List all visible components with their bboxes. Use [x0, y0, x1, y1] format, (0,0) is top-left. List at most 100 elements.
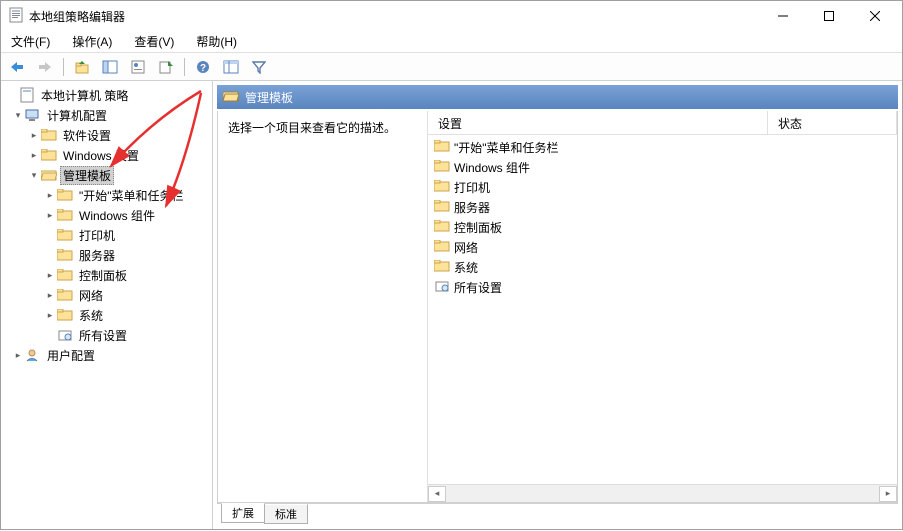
chevron-right-icon[interactable]: ▸: [43, 288, 57, 302]
tree-start-taskbar[interactable]: ▸ "开始"菜单和任务栏: [3, 185, 210, 205]
list-headers: 设置 状态: [428, 111, 897, 135]
back-button[interactable]: [5, 56, 29, 78]
help-button[interactable]: ?: [191, 56, 215, 78]
tree-windows-settings[interactable]: ▸ Windows 设置: [3, 145, 210, 165]
details-button[interactable]: [219, 56, 243, 78]
folder-icon: [57, 207, 73, 223]
list-item-label: 系统: [454, 259, 478, 276]
title-bar: 本地组策略编辑器: [1, 1, 902, 31]
tab-extended[interactable]: 扩展: [221, 503, 265, 523]
col-header-status[interactable]: 状态: [768, 111, 897, 134]
toolbar: ?: [1, 53, 902, 81]
tree-item-label: 打印机: [76, 226, 118, 245]
tree-item-label: 控制面板: [76, 266, 130, 285]
tab-standard[interactable]: 标准: [264, 504, 308, 524]
main-area: 本地计算机 策略 ▾ 计算机配置 ▸ 软件设置 ▸ Windows 设置 ▾ 管…: [1, 81, 902, 529]
horizontal-scrollbar[interactable]: ◂ ▸: [428, 484, 897, 502]
up-level-button[interactable]: [70, 56, 94, 78]
chevron-right-icon[interactable]: ▸: [43, 188, 57, 202]
folder-icon: [57, 287, 73, 303]
tree-admin-templates[interactable]: ▾ 管理模板: [3, 165, 210, 185]
svg-text:?: ?: [200, 63, 206, 74]
tree-item-label: 所有设置: [76, 326, 130, 345]
properties-button[interactable]: [126, 56, 150, 78]
chevron-right-icon[interactable]: ▸: [43, 268, 57, 282]
tree-printers[interactable]: 打印机: [3, 225, 210, 245]
folder-icon: [434, 200, 450, 215]
menu-file[interactable]: 文件(F): [7, 31, 54, 52]
forward-button[interactable]: [33, 56, 57, 78]
folder-icon: [434, 220, 450, 235]
expander-icon[interactable]: [5, 88, 19, 102]
tree-item-label: 管理模板: [60, 166, 114, 185]
list-item-label: "开始"菜单和任务栏: [454, 139, 559, 156]
chevron-right-icon[interactable]: ▸: [27, 148, 41, 162]
chevron-right-icon[interactable]: ▸: [11, 348, 25, 362]
list-item-label: 所有设置: [454, 279, 502, 296]
list-column: 设置 状态 "开始"菜单和任务栏 Windows 组件 打印机 服务器 控制面板…: [428, 111, 897, 502]
minimize-button[interactable]: [760, 1, 806, 31]
tree-computer-config[interactable]: ▾ 计算机配置: [3, 105, 210, 125]
folder-icon: [57, 227, 73, 243]
folder-icon: [41, 147, 57, 163]
scroll-left-icon[interactable]: ◂: [428, 486, 446, 502]
menu-help[interactable]: 帮助(H): [192, 31, 241, 52]
content-title: 管理模板: [245, 89, 293, 106]
list-item[interactable]: Windows 组件: [428, 157, 897, 177]
tree-item-label: 用户配置: [44, 346, 98, 365]
list-item[interactable]: 打印机: [428, 177, 897, 197]
folder-icon: [57, 267, 73, 283]
chevron-right-icon[interactable]: ▸: [43, 208, 57, 222]
user-icon: [25, 347, 41, 363]
list-item[interactable]: 所有设置: [428, 277, 897, 297]
tree-servers[interactable]: 服务器: [3, 245, 210, 265]
settings-icon: [57, 327, 73, 343]
list-item-label: 打印机: [454, 179, 490, 196]
tree-item-label: "开始"菜单和任务栏: [76, 186, 187, 205]
content-panel: 管理模板 选择一个项目来查看它的描述。 设置 状态 "开始"菜单和任务栏 Win…: [213, 81, 902, 529]
tree-user-config[interactable]: ▸ 用户配置: [3, 345, 210, 365]
list-item[interactable]: "开始"菜单和任务栏: [428, 137, 897, 157]
close-button[interactable]: [852, 1, 898, 31]
export-button[interactable]: [154, 56, 178, 78]
app-icon: [9, 7, 23, 26]
app-window: 本地组策略编辑器 文件(F) 操作(A) 查看(V) 帮助(H) ?: [0, 0, 903, 530]
filter-button[interactable]: [247, 56, 271, 78]
list-item[interactable]: 控制面板: [428, 217, 897, 237]
list-item[interactable]: 服务器: [428, 197, 897, 217]
tree-software[interactable]: ▸ 软件设置: [3, 125, 210, 145]
tree-item-label: 网络: [76, 286, 106, 305]
chevron-down-icon[interactable]: ▾: [27, 168, 41, 182]
folder-icon: [434, 260, 450, 275]
list-item[interactable]: 系统: [428, 257, 897, 277]
list-item-label: 控制面板: [454, 219, 502, 236]
menu-action[interactable]: 操作(A): [68, 31, 116, 52]
folder-icon: [57, 247, 73, 263]
tree-item-label: 服务器: [76, 246, 118, 265]
folder-icon: [434, 240, 450, 255]
scroll-right-icon[interactable]: ▸: [879, 486, 897, 502]
chevron-right-icon[interactable]: ▸: [27, 128, 41, 142]
tree-panel[interactable]: 本地计算机 策略 ▾ 计算机配置 ▸ 软件设置 ▸ Windows 设置 ▾ 管…: [1, 81, 213, 529]
tree-all-settings[interactable]: 所有设置: [3, 325, 210, 345]
maximize-button[interactable]: [806, 1, 852, 31]
col-header-setting[interactable]: 设置: [428, 111, 768, 134]
list-item[interactable]: 网络: [428, 237, 897, 257]
folder-icon: [434, 140, 450, 155]
tree-windows-components[interactable]: ▸ Windows 组件: [3, 205, 210, 225]
tree-root[interactable]: 本地计算机 策略: [3, 85, 210, 105]
menu-view[interactable]: 查看(V): [130, 31, 178, 52]
chevron-down-icon[interactable]: ▾: [11, 108, 25, 122]
list-body[interactable]: "开始"菜单和任务栏 Windows 组件 打印机 服务器 控制面板 网络 系统…: [428, 135, 897, 484]
show-hide-tree-button[interactable]: [98, 56, 122, 78]
tree-item-label: Windows 组件: [76, 206, 158, 225]
list-item-label: Windows 组件: [454, 159, 530, 176]
tree-item-label: 软件设置: [60, 126, 114, 145]
description-text: 选择一个项目来查看它的描述。: [228, 121, 396, 135]
tree-network[interactable]: ▸ 网络: [3, 285, 210, 305]
folder-icon: [434, 180, 450, 195]
content-header: 管理模板: [217, 85, 898, 109]
tree-system[interactable]: ▸ 系统: [3, 305, 210, 325]
chevron-right-icon[interactable]: ▸: [43, 308, 57, 322]
tree-control-panel[interactable]: ▸ 控制面板: [3, 265, 210, 285]
